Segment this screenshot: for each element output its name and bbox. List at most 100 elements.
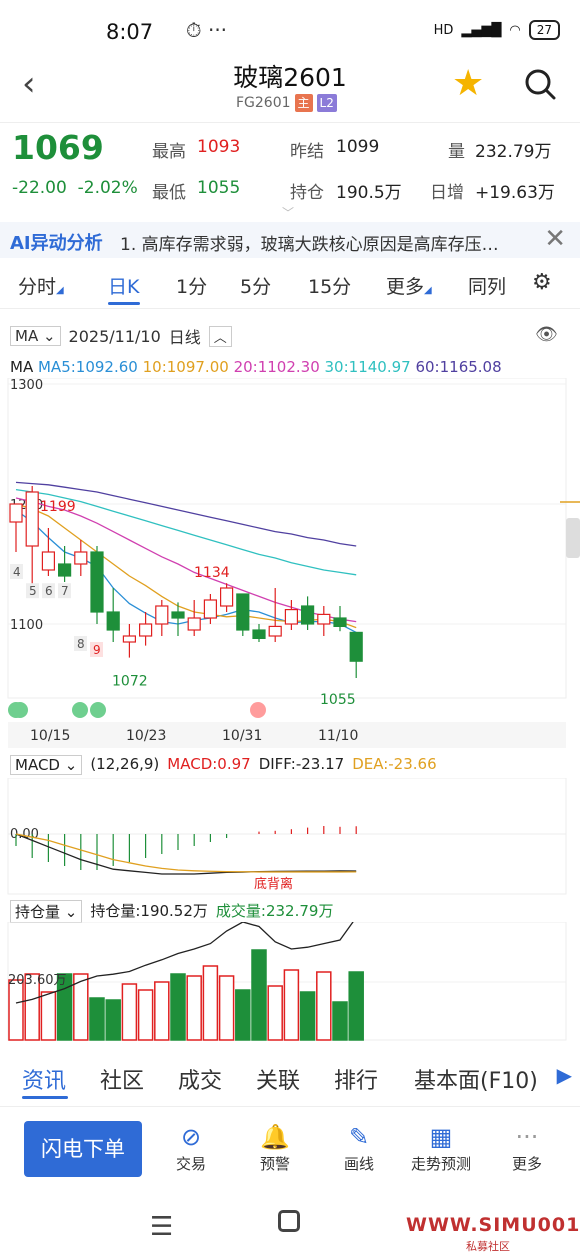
ai-alert-bar[interactable]: AI异动分析 1. 高库存需求弱，玻璃大跌核心原因是高库存压… ✕ [0,222,580,258]
draw-button[interactable]: ✎ 画线 [324,1121,394,1174]
tab-related[interactable]: 关联 [256,1063,300,1095]
candle-body [139,623,153,637]
volume-bar [348,971,364,1041]
tabs-next-icon[interactable]: ▶ [557,1063,572,1087]
favorite-star-icon[interactable]: ★ [452,64,484,104]
diff-line [15,833,357,875]
ma-line-ma20 [15,497,357,623]
volume-bar [40,991,57,1041]
oi-volume-chart[interactable]: 203.60万 [0,922,580,1042]
seq-label: 7 [61,584,69,598]
tab-1min[interactable]: 1分 [176,272,207,299]
search-icon[interactable] [524,68,556,100]
indicator-select[interactable]: MA ⌄ [10,326,61,346]
annotation-peak: 1134 [194,565,230,581]
candle-body [220,587,234,607]
candle-body [90,551,104,613]
oi-label: 持仓 [290,183,324,203]
tab-trades[interactable]: 成交 [178,1063,222,1095]
tab-timeshare[interactable]: 分时◢ [18,272,64,299]
ai-badge-icon [12,702,28,718]
chart-date: 2025/11/10 [68,326,161,346]
y-tick-label: 1300 [10,378,43,393]
candle-body [41,551,56,571]
battery-icon: 27 [528,20,560,40]
volume-bar [8,979,24,1041]
tab-fundamentals[interactable]: 基本面(F10) [414,1063,538,1095]
more-button[interactable]: ··· 更多 [492,1121,562,1174]
page-title: 玻璃2601 [233,63,347,92]
candle-body [57,563,72,577]
tab-news[interactable]: 资讯 [22,1063,66,1095]
tab-more[interactable]: 更多◢ [386,272,432,299]
status-right: HD ▂▄▆█ ◠ 27 [434,20,560,40]
volume-bar [218,975,235,1041]
expand-chevron-icon[interactable]: ﹀ [282,204,294,221]
volume-bar [235,989,251,1041]
forecast-button[interactable]: ▦ 走势预测 [406,1121,476,1174]
high-value: 1093 [197,137,241,157]
side-panel-handle [566,518,580,558]
active-tab-indicator [108,302,140,305]
candle-body [122,635,137,643]
collapse-chevron-icon[interactable]: ︿ [208,325,232,347]
bottom-tabs: 资讯 社区 成交 关联 排行 基本面(F10) ▶ [0,1050,580,1104]
trade-label: 交易 [175,1155,206,1173]
tab-compare[interactable]: 同列 [468,272,506,299]
oi-axis-label: 203.60万 [8,973,67,988]
home-icon[interactable] [278,1210,300,1232]
volume-bar [137,989,154,1041]
ma-values: MA MA5:1092.60 10:1097.00 20:1102.30 30:… [10,358,502,376]
close-icon[interactable]: ✕ [544,224,566,254]
macd-select[interactable]: MACD ⌄ [10,755,83,775]
chart-period: 日线 [168,328,201,347]
change-pct: -2.02% [77,178,138,198]
level2-tag: L2 [316,94,337,112]
volume-bar [316,971,332,1041]
alert-text[interactable]: 1. 高库存需求弱，玻璃大跌核心原因是高库存压… [120,230,536,255]
trade-button[interactable]: ⊘ 交易 [156,1121,226,1174]
tab-15min[interactable]: 15分 [308,272,351,299]
macd-zero-label: 0.00 [10,827,39,842]
candle-body [268,625,282,637]
high-label: 最高 [152,142,186,162]
tab-daily-k[interactable]: 日K [108,272,139,299]
oi-panel-volume: 成交量:232.79万 [215,902,334,920]
tab-ranking[interactable]: 排行 [334,1063,378,1095]
oi-select[interactable]: 持仓量 ⌄ [10,900,83,923]
draw-label: 画线 [343,1155,374,1173]
menu-icon[interactable]: ☰ [150,1212,173,1242]
ma30-value: 30:1140.97 [324,358,411,376]
candle-body [284,609,298,625]
annotation-low: 1072 [112,674,148,690]
tab-5min[interactable]: 5分 [240,272,271,299]
ma20-value: 20:1102.30 [233,358,320,376]
ai-badge-icon [72,702,88,718]
diff-value: DIFF:-23.17 [258,755,345,773]
x-tick-label: 10/23 [126,728,166,744]
date-axis-bg [8,722,566,748]
seq-label: 5 [29,584,37,598]
volume-bar [283,969,300,1041]
seq-label: 8 [77,637,85,651]
seq-label: 9 [93,643,101,657]
status-time: 8:07 [106,20,154,44]
candle-body [252,629,266,639]
prev-value: 1099 [336,137,380,157]
ai-badge-icon [250,702,266,718]
signal-icon: HD [433,22,454,38]
ai-analysis-badge: AI异动分析 [10,233,103,254]
last-price: 1069 [12,128,104,167]
volume-bar [267,985,283,1041]
settings-gear-icon[interactable]: ⚙ [532,270,552,295]
change-value: -22.00 [12,178,67,198]
kline-chart[interactable]: 130012001100119911341072105545678910/151… [0,378,580,750]
eye-icon[interactable]: 👁 [535,324,558,345]
tab-community[interactable]: 社区 [100,1063,144,1095]
flash-order-button[interactable]: 闪电下单 [24,1121,142,1177]
alert-button[interactable]: 🔔 预警 [240,1121,310,1174]
ma-label: MA [10,358,34,376]
contract-code: FG2601 主 L2 [236,94,337,112]
macd-chart[interactable]: 0.00 底背离 [0,778,580,896]
more-label: 更多 [511,1155,542,1173]
